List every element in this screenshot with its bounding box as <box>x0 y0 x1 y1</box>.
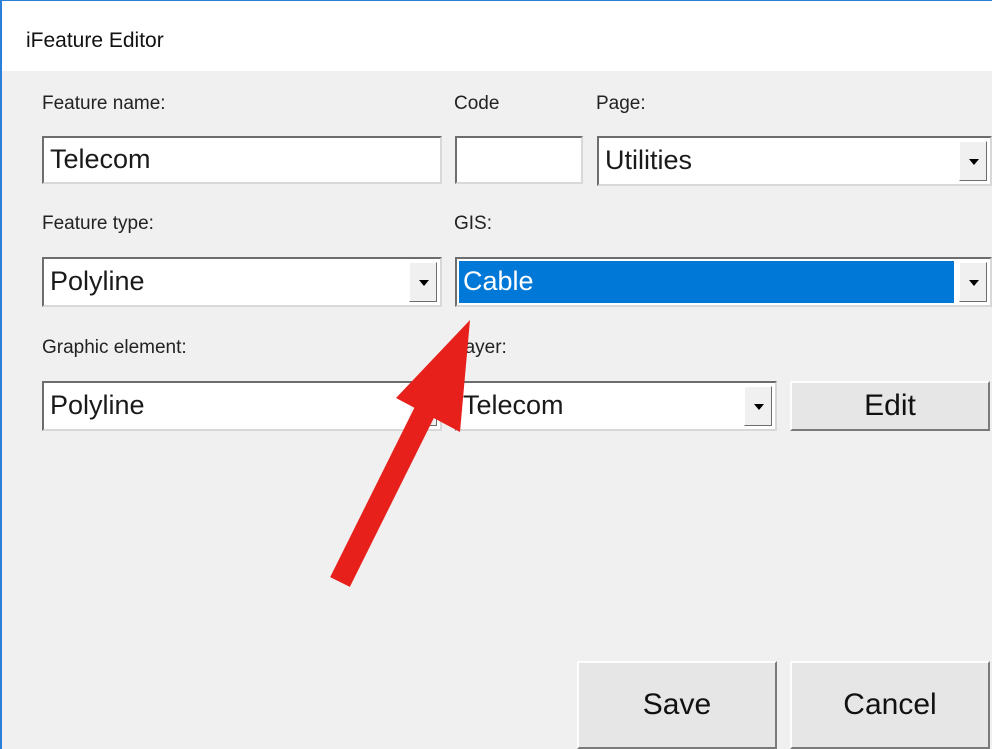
chevron-down-icon <box>969 159 979 165</box>
code-input[interactable] <box>455 136 583 184</box>
gis-select[interactable]: Cable <box>455 257 992 307</box>
gis-select-value: Cable <box>459 261 954 303</box>
layer-select[interactable]: Telecom <box>455 381 777 431</box>
graphic-element-select-value: Polyline <box>50 390 145 420</box>
gis-dropdown-button[interactable] <box>959 262 987 302</box>
cancel-button[interactable]: Cancel <box>790 661 990 749</box>
layer-select-value: Telecom <box>463 390 564 420</box>
feature-type-dropdown-button[interactable] <box>409 262 437 302</box>
page-select-value: Utilities <box>605 145 693 175</box>
layer-dropdown-button[interactable] <box>744 386 772 426</box>
chevron-down-icon <box>419 280 429 286</box>
feature-name-label: Feature name: <box>42 93 166 114</box>
chevron-down-icon <box>969 280 979 286</box>
chevron-down-icon <box>419 404 429 410</box>
graphic-element-select[interactable]: Polyline <box>42 381 442 431</box>
dialog-window: iFeature Editor Feature name: Code Page:… <box>0 0 992 749</box>
window-title: iFeature Editor <box>26 29 164 52</box>
title-bar: iFeature Editor <box>2 1 992 71</box>
code-label: Code <box>454 93 500 114</box>
graphic-element-label: Graphic element: <box>42 337 187 358</box>
layer-label: Layer: <box>454 337 507 358</box>
save-button[interactable]: Save <box>577 661 777 749</box>
feature-type-label: Feature type: <box>42 213 154 234</box>
page-label: Page: <box>596 93 646 114</box>
feature-type-select-value: Polyline <box>50 266 145 296</box>
page-dropdown-button[interactable] <box>959 141 987 181</box>
feature-type-select[interactable]: Polyline <box>42 257 442 307</box>
edit-button[interactable]: Edit <box>790 381 990 431</box>
page-select[interactable]: Utilities <box>597 136 992 186</box>
gis-label: GIS: <box>454 213 493 234</box>
graphic-element-dropdown-button[interactable] <box>409 386 437 426</box>
chevron-down-icon <box>754 404 764 410</box>
feature-name-input[interactable]: Telecom <box>42 136 442 184</box>
